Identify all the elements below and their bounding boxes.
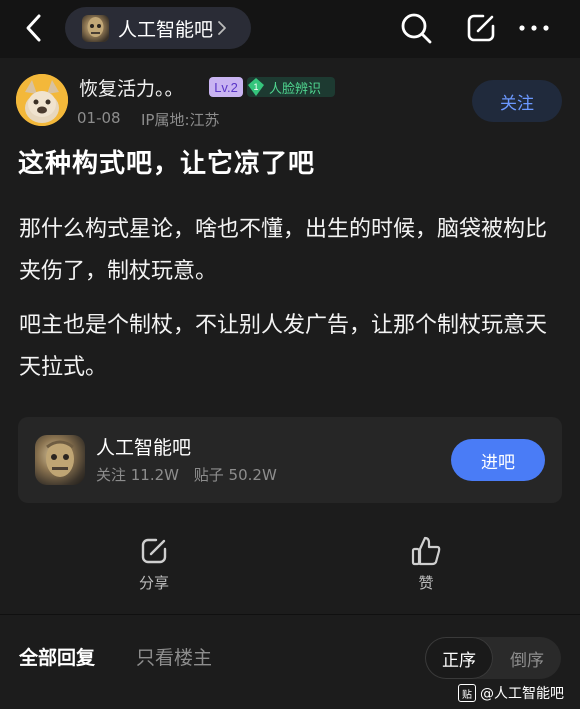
enter-forum-button[interactable]: 进吧 — [451, 439, 545, 481]
tab-all-replies[interactable]: 全部回复 — [19, 643, 95, 670]
share-icon — [114, 534, 194, 568]
watermark-text: @人工智能吧 — [480, 686, 564, 702]
face-badge-number: 1 — [253, 82, 258, 92]
author-avatar[interactable] — [16, 74, 68, 126]
thumbs-up-icon — [386, 534, 466, 568]
forum-chip[interactable]: 人工智能吧 — [65, 7, 251, 49]
watermark: 贴 @人工智能吧 — [458, 683, 564, 703]
tab-owner-only[interactable]: 只看楼主 — [136, 643, 212, 670]
post-title: 这种构式吧，让它凉了吧 — [18, 149, 316, 179]
more-dots-icon — [519, 25, 549, 31]
post-body: 那什么构式星论，啥也不懂，出生的时候，脑袋被构比夹伤了，制杖玩意。 吧主也是个制… — [19, 209, 564, 401]
author-name[interactable]: 恢复活力。。 — [79, 74, 184, 101]
chevron-left-icon — [26, 14, 41, 42]
diamond-icon: 1 — [246, 77, 266, 97]
forum-card-stats: 关注 11.2W 贴子 50.2W — [96, 464, 287, 485]
share-button[interactable]: 分享 — [114, 534, 194, 593]
search-icon — [401, 13, 432, 44]
follow-button[interactable]: 关注 — [472, 80, 562, 122]
tieba-logo-icon: 贴 — [458, 684, 476, 702]
back-button[interactable] — [18, 12, 50, 44]
search-button[interactable] — [398, 10, 434, 46]
edit-icon — [467, 14, 495, 42]
ip-location: IP属地:江苏 — [141, 111, 220, 129]
forum-avatar — [82, 14, 109, 42]
more-button[interactable] — [516, 10, 552, 46]
chevron-right-icon — [217, 20, 227, 36]
face-badge-label: 人脸辨识 — [269, 81, 322, 97]
post-date: 01-08 — [77, 109, 121, 127]
post-paragraph: 那什么构式星论，啥也不懂，出生的时候，脑袋被构比夹伤了，制杖玩意。 — [19, 217, 548, 284]
share-label: 分享 — [138, 574, 169, 592]
forum-card[interactable]: 人工智能吧 关注 11.2W 贴子 50.2W 进吧 — [18, 417, 562, 503]
post-paragraph: 吧主也是个制杖，不让别人发广告，让那个制杖玩意天天拉式。 — [19, 313, 548, 380]
face-verification-badge: 1 人脸辨识 — [247, 77, 335, 97]
level-badge: Lv.2 — [209, 77, 243, 97]
forum-card-avatar — [35, 435, 85, 485]
sort-ascending-option[interactable]: 正序 — [425, 637, 493, 679]
forum-chip-label: 人工智能吧 — [118, 18, 214, 41]
compose-button[interactable] — [463, 10, 499, 46]
like-button[interactable]: 赞 — [386, 534, 466, 593]
forum-card-name: 人工智能吧 — [96, 437, 192, 459]
sort-toggle: 正序 倒序 — [425, 637, 561, 679]
forum-followers: 关注 11.2W — [96, 466, 179, 484]
forum-posts: 贴子 50.2W — [193, 466, 277, 484]
like-label: 赞 — [418, 574, 434, 592]
top-bar: 人工智能吧 — [0, 0, 580, 58]
sort-descending-option[interactable]: 倒序 — [493, 637, 561, 679]
